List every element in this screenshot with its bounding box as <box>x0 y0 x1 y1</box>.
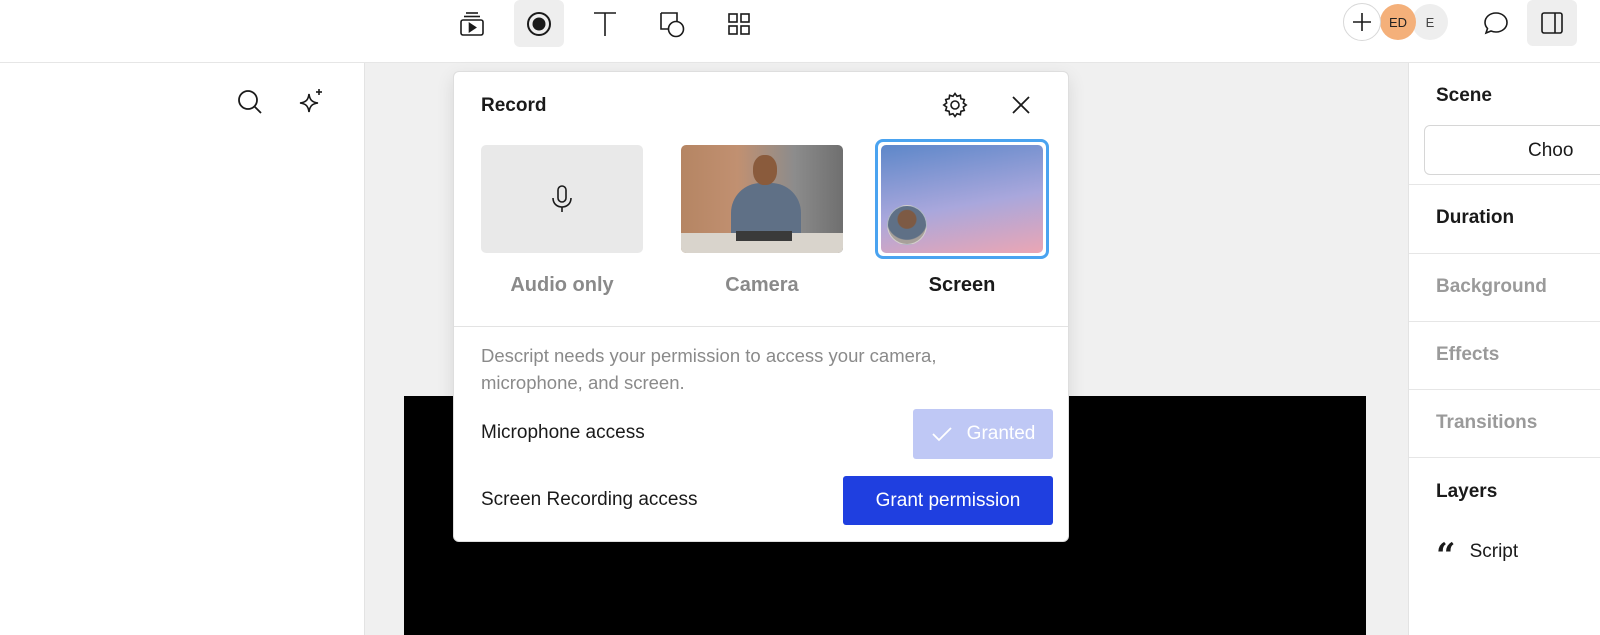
record-icon <box>527 11 551 36</box>
microphone-access-label: Microphone access <box>481 422 645 443</box>
elements-grid-icon <box>728 12 750 35</box>
sparkle-icon <box>299 89 322 113</box>
transitions-section[interactable]: Transitions <box>1409 390 1600 458</box>
close-popover-button[interactable] <box>1004 88 1038 122</box>
microphone-granted-button: Granted <box>913 409 1053 459</box>
transitions-title: Transitions <box>1436 412 1538 433</box>
camera-bubble <box>887 205 927 245</box>
plus-icon <box>1353 13 1371 31</box>
comment-icon <box>1484 12 1508 35</box>
scene-title: Scene <box>1436 85 1492 106</box>
media-library-icon <box>460 11 484 36</box>
duration-section[interactable]: Duration <box>1409 185 1600 254</box>
effects-section[interactable]: Effects <box>1409 322 1600 390</box>
camera-option[interactable]: Camera <box>681 145 843 297</box>
shapes-icon <box>660 11 685 37</box>
close-icon <box>1012 96 1030 114</box>
top-toolbar: ED E <box>0 0 1600 63</box>
elements-grid-button[interactable] <box>714 0 764 47</box>
search-icon <box>238 90 262 114</box>
shapes-tool-button[interactable] <box>647 0 697 47</box>
popover-title: Record <box>481 95 547 116</box>
duration-title: Duration <box>1436 207 1515 228</box>
layers-title: Layers <box>1436 481 1498 502</box>
left-panel <box>0 63 365 635</box>
effects-title: Effects <box>1436 344 1500 365</box>
divider <box>454 326 1068 327</box>
grant-permission-button[interactable]: Grant permission <box>843 476 1053 525</box>
screen-recording-access-label: Screen Recording access <box>481 489 698 510</box>
option-label: Camera <box>725 274 799 296</box>
background-title: Background <box>1436 276 1547 297</box>
properties-panel: Scene Choo Duration Background Effects T… <box>1408 63 1600 635</box>
camera-preview-thumbnail <box>681 145 843 253</box>
microphone-icon <box>552 185 572 212</box>
screen-option[interactable]: Screen <box>875 139 1049 297</box>
granted-label: Granted <box>966 423 1036 444</box>
record-popover: Record Audio only Camera Screen Descript… <box>453 71 1069 542</box>
text-icon <box>594 11 616 36</box>
layer-label: Script <box>1469 541 1519 562</box>
invite-collaborator-button[interactable] <box>1343 3 1381 41</box>
gear-icon <box>942 92 968 118</box>
option-label: Screen <box>928 274 996 296</box>
option-label: Audio only <box>510 274 614 296</box>
collaborator-avatar[interactable]: E <box>1412 4 1448 40</box>
search-button[interactable] <box>233 85 267 119</box>
permission-message: Descript needs your permission to access… <box>481 345 937 393</box>
record-settings-button[interactable] <box>938 88 972 122</box>
ai-actions-button[interactable] <box>294 85 328 119</box>
text-tool-button[interactable] <box>580 0 630 47</box>
sidebar-panel-icon <box>1541 12 1563 34</box>
audio-only-thumbnail <box>481 145 643 253</box>
checkmark-icon <box>932 427 952 442</box>
toggle-panel-button[interactable] <box>1527 0 1577 46</box>
comments-button[interactable] <box>1474 0 1518 46</box>
audio-only-option[interactable]: Audio only <box>481 145 643 297</box>
screen-preview-thumbnail <box>881 145 1043 253</box>
record-button[interactable] <box>514 0 564 47</box>
quote-icon: “ <box>1436 536 1456 576</box>
media-library-button[interactable] <box>447 0 497 47</box>
background-section[interactable]: Background <box>1409 254 1600 322</box>
choose-scene-button[interactable]: Choo <box>1424 125 1600 175</box>
layer-item[interactable]: “ Script <box>1436 531 1518 573</box>
collaborator-avatar[interactable]: ED <box>1380 4 1416 40</box>
scene-section: Scene Choo <box>1409 63 1600 185</box>
